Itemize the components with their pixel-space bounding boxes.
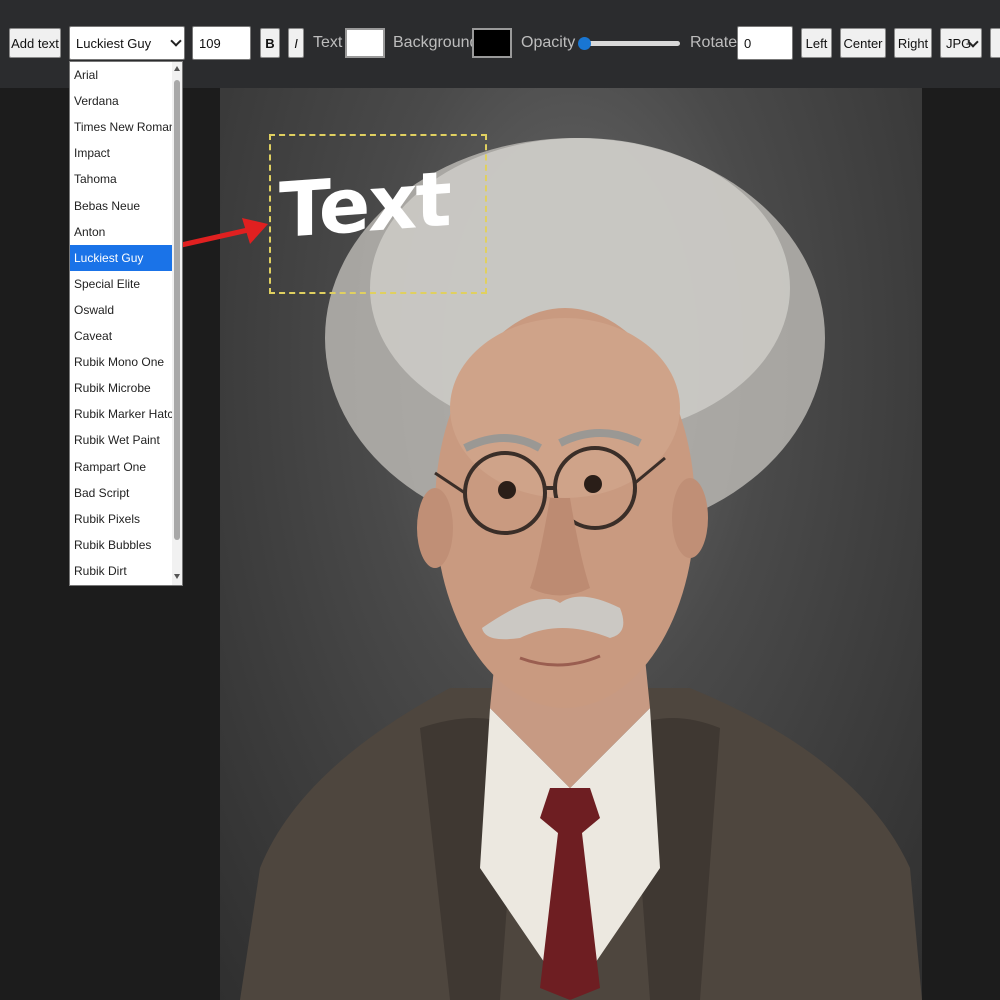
font-option[interactable]: Verdana bbox=[70, 88, 172, 114]
background-color-swatch[interactable] bbox=[472, 28, 512, 58]
font-option[interactable]: Anton bbox=[70, 219, 172, 245]
font-option[interactable]: Rubik Pixels bbox=[70, 506, 172, 532]
rotate-label: Rotate bbox=[690, 34, 738, 51]
font-option[interactable]: Rubik Bubbles bbox=[70, 532, 172, 558]
text-color-label: Text bbox=[313, 34, 343, 51]
opacity-slider[interactable] bbox=[580, 41, 680, 46]
opacity-label: Opacity bbox=[521, 34, 576, 51]
font-option[interactable]: Rampart One bbox=[70, 454, 172, 480]
text-overlay-box[interactable]: Text bbox=[269, 134, 487, 294]
font-option[interactable]: Impact bbox=[70, 140, 172, 166]
font-select-value: Luckiest Guy bbox=[76, 35, 152, 51]
format-select[interactable]: JPG bbox=[940, 28, 982, 58]
font-option[interactable]: Rubik Mono One bbox=[70, 349, 172, 375]
next-toolbar-button[interactable] bbox=[990, 28, 1000, 58]
font-option[interactable]: Rubik Wet Paint bbox=[70, 427, 172, 453]
italic-button[interactable]: I bbox=[288, 28, 304, 58]
font-option[interactable]: Times New Roman bbox=[70, 114, 176, 140]
scroll-down-arrow-icon[interactable] bbox=[174, 574, 180, 579]
text-color-swatch[interactable] bbox=[345, 28, 385, 58]
font-option[interactable]: Tahoma bbox=[70, 166, 172, 192]
align-center-button[interactable]: Center bbox=[840, 28, 886, 58]
font-option[interactable]: Bebas Neue bbox=[70, 193, 172, 219]
scroll-thumb[interactable] bbox=[174, 80, 180, 540]
bold-button[interactable]: B bbox=[260, 28, 280, 58]
font-option[interactable]: Bad Script bbox=[70, 480, 172, 506]
scroll-up-arrow-icon[interactable] bbox=[174, 66, 180, 71]
font-option[interactable]: Caveat bbox=[70, 323, 172, 349]
align-right-button[interactable]: Right bbox=[894, 28, 932, 58]
font-select[interactable]: Luckiest Guy bbox=[69, 26, 185, 60]
font-dropdown-list[interactable]: Arial Verdana Times New Roman Impact Tahoma B… bbox=[69, 61, 183, 586]
text-overlay-content[interactable]: Text bbox=[279, 154, 450, 255]
font-option[interactable]: Rubik Dirt bbox=[70, 558, 172, 584]
dropdown-scrollbar[interactable] bbox=[172, 62, 182, 585]
font-size-input[interactable]: 109 bbox=[192, 26, 251, 60]
font-option[interactable]: Rubik Microbe bbox=[70, 375, 172, 401]
rotate-input[interactable]: 0 bbox=[737, 26, 793, 60]
add-text-button[interactable]: Add text bbox=[9, 28, 61, 58]
font-option[interactable]: Arial bbox=[70, 62, 172, 88]
font-option[interactable]: Oswald bbox=[70, 297, 172, 323]
background-label: Background bbox=[393, 34, 479, 51]
align-left-button[interactable]: Left bbox=[801, 28, 832, 58]
font-option[interactable]: Special Elite bbox=[70, 271, 172, 297]
font-option[interactable]: Rubik Marker Hatch bbox=[70, 401, 180, 427]
font-option[interactable]: Luckiest Guy bbox=[70, 244, 172, 271]
opacity-slider-thumb[interactable] bbox=[578, 37, 591, 50]
chevron-down-icon bbox=[170, 35, 182, 47]
